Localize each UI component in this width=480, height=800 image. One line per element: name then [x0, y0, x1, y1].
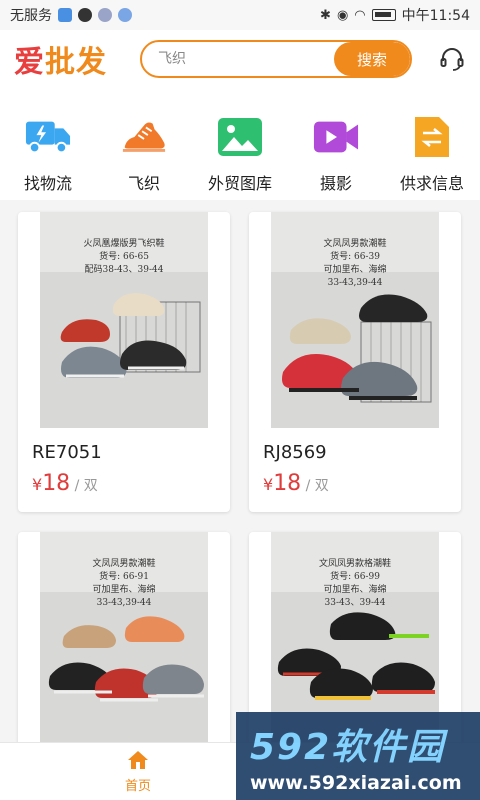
search-button[interactable]: 搜索 [334, 42, 410, 76]
watermark: 592软件园 www.592xiazai.com [236, 712, 480, 800]
product-card[interactable]: 文凤凤男款潮鞋 货号: 66-91 可加里布、海绵 33-43,39-44 [18, 532, 230, 762]
watermark-url: www.592xiazai.com [250, 772, 462, 794]
product-card[interactable]: 火凤凰爆版男飞织鞋 货号: 66-65 配码38-43、39-44 RE7051… [18, 212, 230, 512]
sneaker-icon [121, 116, 167, 158]
product-name: RE7051 [32, 442, 102, 463]
clock-text: 中午11:54 [401, 8, 470, 24]
nav-home[interactable]: 首页 [78, 749, 198, 794]
wifi-icon: ◠ [354, 7, 366, 23]
price-value: 18 [273, 471, 302, 496]
category-photography[interactable]: 摄影 [288, 116, 384, 194]
search-bar: 搜索 [140, 40, 412, 78]
category-logistics[interactable]: 找物流 [0, 116, 96, 194]
status-bar: 无服务 ✱ ◉ ◠ 中午11:54 [0, 0, 480, 30]
picture-icon [217, 116, 263, 158]
category-flyknit[interactable]: 飞织 [96, 116, 192, 194]
category-label: 供求信息 [399, 174, 464, 193]
price-currency: ¥ [32, 475, 43, 494]
product-name: RJ8569 [263, 442, 327, 463]
logo-part1: 爱 [14, 45, 45, 80]
watermark-brand: 592软件园 [250, 727, 446, 768]
category-supply-demand[interactable]: 供求信息 [384, 116, 480, 194]
bluetooth-icon: ✱ [320, 7, 331, 23]
product-photo: 文凤凤男款潮鞋 货号: 66-39 可加里布、海绵 33-43,39-44 [271, 212, 439, 428]
price-currency: ¥ [263, 475, 274, 494]
product-photo: 火凤凰爆版男飞织鞋 货号: 66-65 配码38-43、39-44 [40, 212, 208, 428]
battery-icon [371, 9, 396, 21]
eye-icon: ◉ [336, 7, 349, 23]
product-photo: 文凤凤男款潮鞋 货号: 66-91 可加里布、海绵 33-43,39-44 [40, 532, 208, 748]
logo-part2: 批发 [45, 45, 107, 80]
exchange-doc-icon [409, 116, 455, 158]
truck-icon [25, 116, 71, 158]
product-price: ¥18 / 双 [18, 463, 230, 496]
music-icon [118, 8, 132, 22]
category-row: 找物流 飞织 外贸图库 摄影 供求信息 [0, 88, 480, 200]
price-value: 18 [42, 471, 71, 496]
home-icon [128, 751, 148, 769]
app-icon [98, 8, 112, 22]
status-right: ✱ ◉ ◠ 中午11:54 [320, 5, 470, 25]
category-gallery[interactable]: 外贸图库 [192, 116, 288, 194]
price-unit: / 双 [74, 478, 98, 494]
app-header: 爱批发 搜索 [0, 30, 480, 88]
nav-home-label: 首页 [124, 779, 151, 794]
headset-icon[interactable] [438, 45, 466, 73]
product-price: ¥18 / 双 [249, 463, 461, 496]
app-logo: 爱批发 [14, 37, 126, 81]
status-left: 无服务 [10, 5, 132, 25]
category-label: 飞织 [127, 174, 160, 193]
category-label: 摄影 [319, 174, 352, 193]
video-icon [313, 116, 359, 158]
shield-icon [58, 8, 72, 22]
category-label: 找物流 [23, 174, 72, 193]
price-unit: / 双 [305, 478, 329, 494]
category-label: 外贸图库 [207, 174, 272, 193]
carrier-text: 无服务 [10, 8, 52, 24]
product-card[interactable]: 文凤凤男款潮鞋 货号: 66-39 可加里布、海绵 33-43,39-44 RJ… [249, 212, 461, 512]
search-input[interactable] [142, 42, 334, 76]
tiktok-icon [78, 8, 92, 22]
